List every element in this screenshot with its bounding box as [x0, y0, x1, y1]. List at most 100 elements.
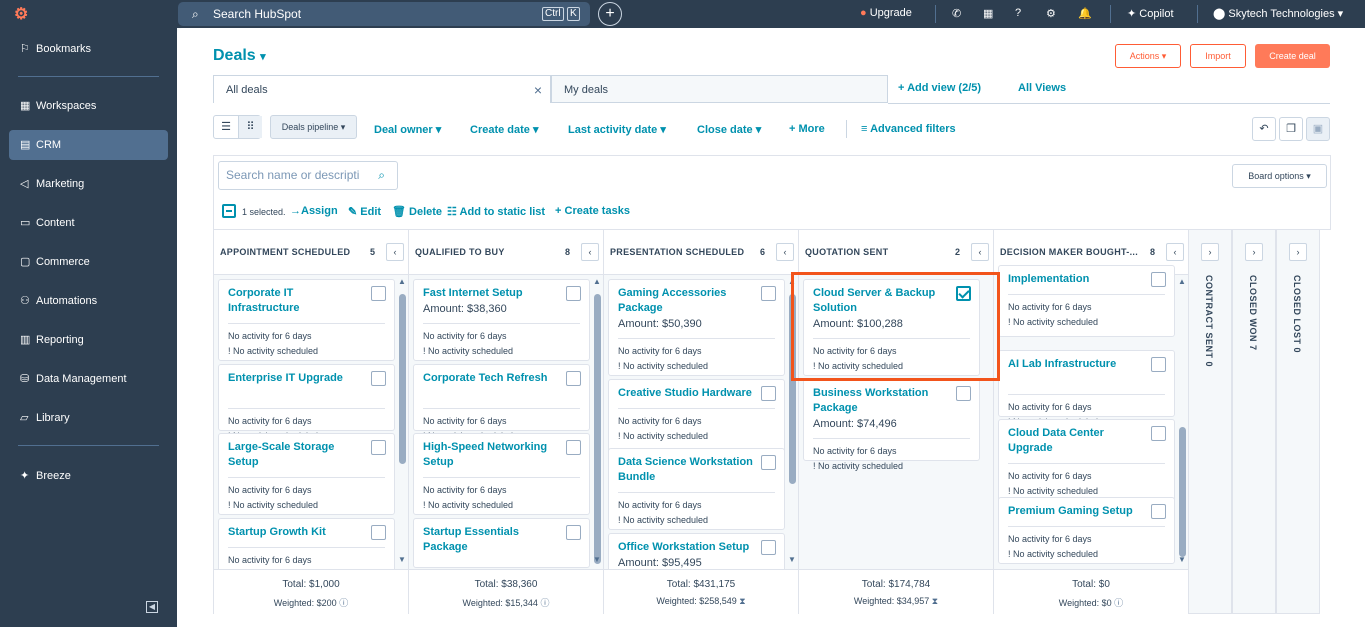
deal-card[interactable]: Data Science Workstation Bundle No activi… — [608, 448, 785, 530]
scroll-down-icon[interactable]: ▼ — [398, 555, 406, 564]
deal-select-checkbox[interactable] — [1151, 504, 1166, 519]
deal-card[interactable]: Startup Essentials Package — [413, 518, 590, 568]
create-tasks-button[interactable]: + Create tasks — [555, 205, 630, 217]
deal-select-checkbox[interactable] — [566, 371, 581, 386]
more-filters-button[interactable]: + More — [789, 123, 825, 135]
sidebar-item-bookmarks[interactable]: ⚐ Bookmarks — [9, 34, 168, 64]
scroll-up-icon[interactable]: ▲ — [1178, 277, 1186, 286]
deal-card[interactable]: Enterprise IT Upgrade No activity for 6 d… — [218, 364, 395, 441]
deal-card[interactable]: Large-Scale Storage Setup No activity for… — [218, 433, 395, 515]
sidebar-item-marketing[interactable]: ◁ Marketing — [9, 169, 168, 199]
deal-name-link[interactable]: Fast Internet Setup — [423, 286, 558, 301]
deal-card[interactable]: Cloud Data Center Upgrade No activity for… — [998, 419, 1175, 501]
account-menu[interactable]: ⬤ Skytech Technologies ▾ — [1213, 7, 1343, 20]
sidebar-item-content[interactable]: ▭ Content — [9, 208, 168, 238]
collapsed-stage-column[interactable]: › CONTRACT SENT 0 — [1188, 229, 1232, 614]
delete-button[interactable]: 🗑 Delete — [392, 205, 442, 218]
notifications-bell-icon[interactable]: 🔔 — [1078, 7, 1092, 20]
deal-card[interactable]: Implementation No activity for 6 days ! No… — [998, 265, 1175, 337]
help-icon[interactable]: ? — [1015, 7, 1021, 19]
scroll-thumb[interactable] — [594, 294, 601, 564]
advanced-filters-button[interactable]: ≡ Advanced filters — [861, 123, 956, 135]
info-icon[interactable]: ⓘ — [1112, 598, 1123, 608]
pipeline-select[interactable]: Deals pipeline ▾ — [270, 115, 357, 139]
deal-select-checkbox[interactable] — [566, 440, 581, 455]
close-icon[interactable]: × — [534, 76, 542, 104]
save-icon[interactable]: ▣ — [1306, 117, 1330, 141]
deal-select-checkbox[interactable] — [1151, 426, 1166, 441]
duplicate-icon[interactable]: ❐ — [1279, 117, 1303, 141]
collapse-column-icon[interactable]: ‹ — [971, 243, 989, 261]
deal-name-link[interactable]: Gaming Accessories Package — [618, 286, 753, 316]
deal-select-checkbox[interactable] — [371, 371, 386, 386]
deal-name-link[interactable]: Creative Studio Hardware — [618, 386, 753, 401]
deal-name-link[interactable]: Data Science Workstation Bundle — [618, 455, 753, 485]
last-activity-filter[interactable]: Last activity date ▾ — [568, 123, 666, 136]
quick-create-button[interactable]: + — [598, 2, 622, 26]
sidebar-item-library[interactable]: ▱ Library — [9, 403, 168, 433]
sidebar-item-data-management[interactable]: ⛁ Data Management — [9, 364, 168, 394]
deal-name-link[interactable]: Enterprise IT Upgrade — [228, 371, 363, 386]
tab-my-deals[interactable]: My deals — [551, 75, 888, 103]
deal-name-link[interactable]: Implementation — [1008, 272, 1143, 287]
deal-select-checkbox[interactable] — [761, 386, 776, 401]
deal-name-link[interactable]: AI Lab Infrastructure — [1008, 357, 1143, 372]
scroll-up-icon[interactable]: ▲ — [398, 277, 406, 286]
deal-name-link[interactable]: Startup Growth Kit — [228, 525, 363, 540]
scroll-down-icon[interactable]: ▼ — [788, 555, 796, 564]
scroll-down-icon[interactable]: ▼ — [1178, 555, 1186, 564]
deal-select-checkbox[interactable] — [1151, 357, 1166, 372]
global-search-input[interactable]: ⌕ Search HubSpot Ctrl K — [178, 2, 590, 26]
board-options-button[interactable]: Board options ▾ — [1232, 164, 1327, 188]
deal-owner-filter[interactable]: Deal owner ▾ — [374, 123, 441, 136]
assign-button[interactable]: →Assign — [290, 205, 338, 217]
actions-button[interactable]: Actions ▾ — [1115, 44, 1181, 68]
scroll-up-icon[interactable]: ▲ — [593, 277, 601, 286]
sidebar-item-commerce[interactable]: ▢ Commerce — [9, 247, 168, 277]
deal-select-checkbox[interactable] — [371, 525, 386, 540]
deal-select-checkbox[interactable] — [1151, 272, 1166, 287]
expand-column-icon[interactable]: › — [1289, 243, 1307, 261]
page-title[interactable]: Deals ▾ — [213, 47, 266, 65]
hourglass-icon[interactable]: ⧗ — [929, 596, 938, 606]
deal-select-checkbox[interactable] — [761, 286, 776, 301]
scroll-thumb[interactable] — [399, 294, 406, 464]
sidebar-item-breeze[interactable]: ✦ Breeze — [9, 461, 168, 491]
select-all-checkbox[interactable] — [222, 204, 236, 218]
collapse-column-icon[interactable]: ‹ — [386, 243, 404, 261]
info-icon[interactable]: ⓘ — [337, 598, 348, 608]
deal-select-checkbox[interactable] — [956, 386, 971, 401]
deal-select-checkbox[interactable] — [761, 540, 776, 555]
phone-icon[interactable]: ✆ — [952, 7, 961, 20]
deal-name-link[interactable]: Office Workstation Setup — [618, 540, 753, 555]
deal-card[interactable]: Gaming Accessories Package Amount: $50,39… — [608, 279, 785, 376]
collapse-column-icon[interactable]: ‹ — [581, 243, 599, 261]
collapsed-stage-column[interactable]: › CLOSED WON 7 — [1232, 229, 1276, 614]
board-search-input[interactable]: Search name or descripti ⌕ — [218, 161, 398, 190]
deal-select-checkbox[interactable] — [371, 286, 386, 301]
column-scrollbar[interactable]: ▲ ▼ — [592, 277, 602, 567]
expand-column-icon[interactable]: › — [1245, 243, 1263, 261]
sidebar-item-crm[interactable]: ▤ CRM — [9, 130, 168, 160]
deal-card[interactable]: Business Workstation Package Amount: $74,… — [803, 379, 980, 471]
copilot-button[interactable]: ✦ Copilot — [1127, 7, 1174, 20]
expand-column-icon[interactable]: › — [1201, 243, 1219, 261]
deal-name-link[interactable]: Corporate Tech Refresh — [423, 371, 558, 386]
marketplace-icon[interactable]: ▦ — [983, 7, 993, 20]
edit-button[interactable]: ✎ Edit — [348, 205, 381, 218]
deal-card[interactable]: Fast Internet Setup Amount: $38,360 No act… — [413, 279, 590, 361]
collapse-sidebar-icon[interactable]: ◀ — [146, 601, 158, 613]
deal-name-link[interactable]: Large-Scale Storage Setup — [228, 440, 363, 470]
import-button[interactable]: Import — [1190, 44, 1246, 68]
create-date-filter[interactable]: Create date ▾ — [470, 123, 539, 136]
deal-name-link[interactable]: Business Workstation Package — [813, 386, 948, 416]
deal-select-checkbox[interactable] — [566, 525, 581, 540]
deal-select-checkbox[interactable] — [566, 286, 581, 301]
deal-name-link[interactable]: Cloud Data Center Upgrade — [1008, 426, 1143, 456]
info-icon[interactable]: ⓘ — [538, 598, 549, 608]
collapsed-stage-column[interactable]: › CLOSED LOST 0 — [1276, 229, 1320, 614]
deal-name-link[interactable]: Startup Essentials Package — [423, 525, 558, 555]
scroll-down-icon[interactable]: ▼ — [593, 555, 601, 564]
sidebar-item-workspaces[interactable]: ▦ Workspaces — [9, 91, 168, 121]
deal-name-link[interactable]: Premium Gaming Setup — [1008, 504, 1143, 519]
